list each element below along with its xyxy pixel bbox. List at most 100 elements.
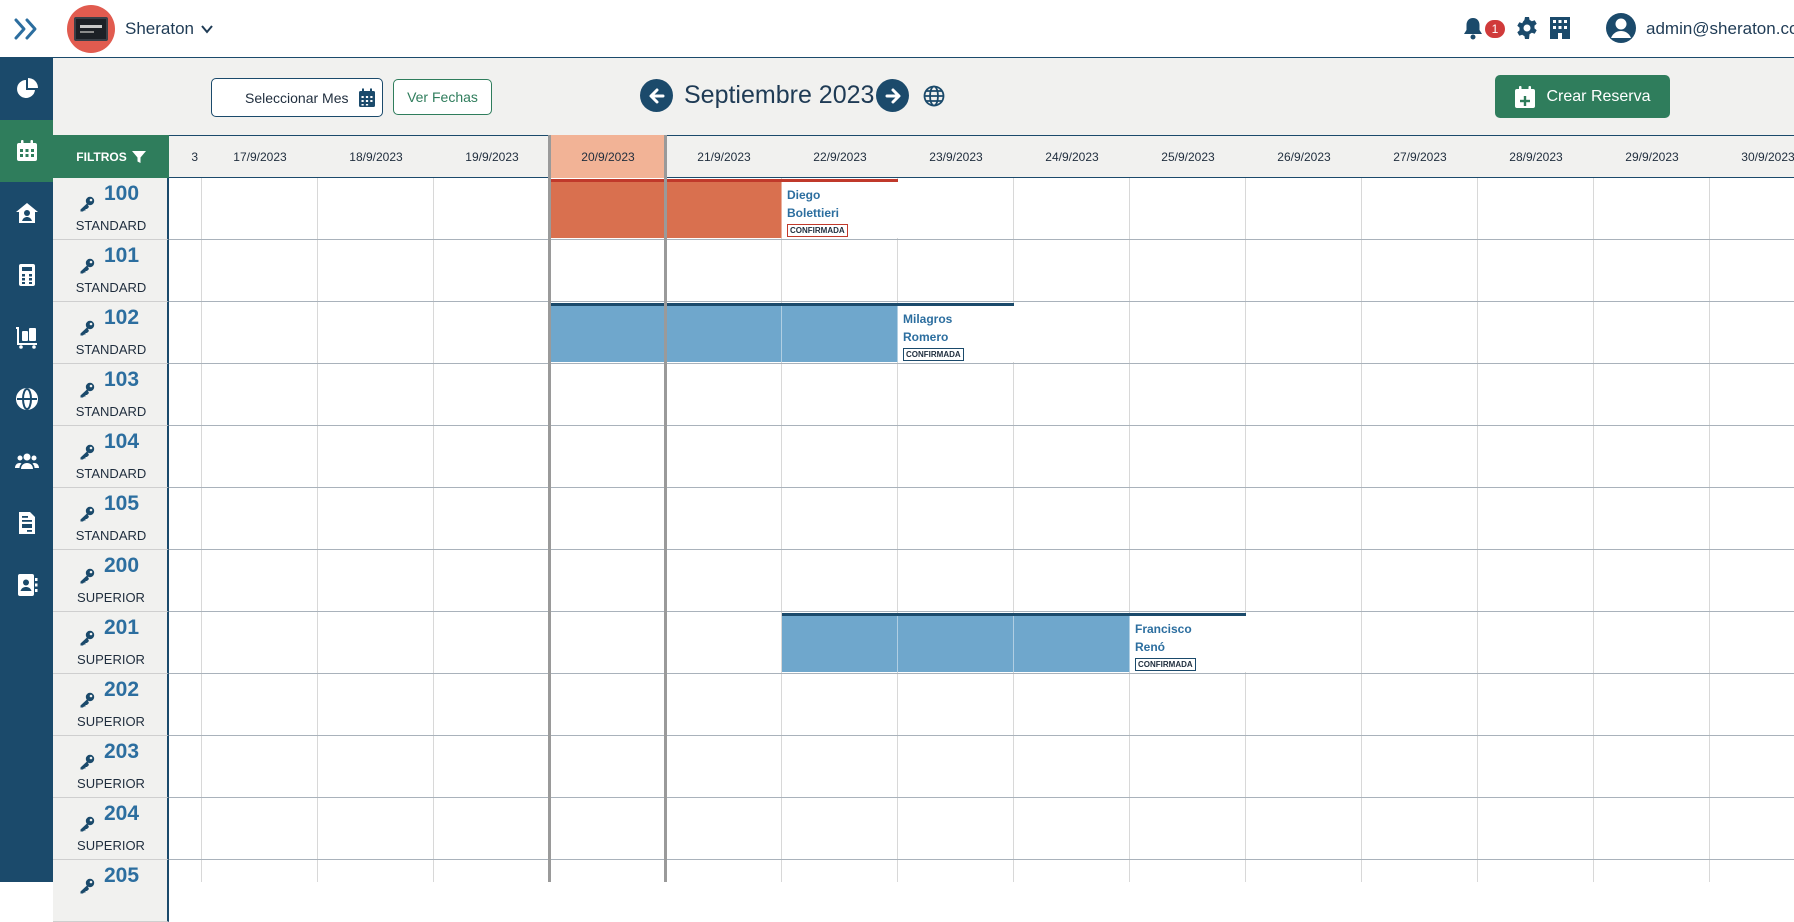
reservation-grid[interactable]: Diego Bolettieri CONFIRMADA Milagros Romero C… — [169, 178, 1794, 882]
grid-column-line — [1013, 178, 1014, 882]
today-marker-line — [548, 135, 551, 882]
guest-first-name: Milagros — [903, 312, 953, 326]
reservation-bar[interactable] — [550, 303, 898, 362]
next-month-button[interactable] — [876, 79, 909, 112]
key-icon — [79, 692, 95, 708]
ver-fechas-button[interactable]: Ver Fechas — [393, 79, 492, 115]
globe-icon[interactable] — [923, 85, 945, 107]
date-label: 23/9/2023 — [929, 149, 983, 164]
grid-column-line — [201, 178, 202, 882]
room-number: 200 — [104, 554, 140, 577]
user-email[interactable]: admin@sheraton.com — [1646, 19, 1794, 39]
date-label: 17/9/2023 — [233, 149, 287, 164]
reservation-card[interactable]: Milagros Romero CONFIRMADA — [898, 303, 1014, 362]
building-icon[interactable] — [1548, 15, 1572, 41]
grid-column-line — [1245, 178, 1246, 882]
reservation-bar[interactable] — [782, 613, 1130, 672]
date-label: 19/9/2023 — [465, 149, 519, 164]
room-label[interactable]: 104 STANDARD — [53, 426, 169, 488]
room-label[interactable]: 202 SUPERIOR — [53, 674, 169, 736]
chevron-down-icon[interactable] — [200, 22, 214, 36]
crear-reserva-button[interactable]: Crear Reserva — [1495, 75, 1670, 118]
grid-column-line — [1709, 178, 1710, 882]
key-icon — [79, 568, 95, 584]
room-label[interactable]: 103 STANDARD — [53, 364, 169, 426]
key-icon — [79, 258, 95, 274]
grid-column-line — [1593, 178, 1594, 882]
key-icon — [79, 196, 95, 212]
month-select-placeholder: Seleccionar Mes — [245, 90, 349, 106]
sidebar-item-billing[interactable] — [0, 244, 53, 306]
arrow-left-icon — [649, 88, 664, 103]
sidebar — [0, 58, 53, 882]
calendar-plus-icon — [1515, 85, 1536, 108]
room-type: STANDARD — [75, 280, 147, 295]
room-number: 204 — [104, 802, 140, 825]
date-label: 27/9/2023 — [1393, 149, 1447, 164]
hotel-logo[interactable] — [67, 5, 115, 53]
guest-name: Diego Bolettieri — [787, 186, 839, 222]
room-label[interactable]: 101 STANDARD — [53, 240, 169, 302]
grid-row-line — [169, 859, 1794, 860]
room-type: SUPERIOR — [77, 652, 145, 667]
arrow-right-icon — [885, 88, 900, 103]
sidebar-item-channels[interactable] — [0, 368, 53, 430]
grid-row-line — [169, 487, 1794, 488]
room-label[interactable]: 201 SUPERIOR — [53, 612, 169, 674]
room-label[interactable]: 205 — [53, 860, 169, 922]
reservation-card[interactable]: Francisco Renó CONFIRMADA — [1130, 613, 1246, 672]
guest-name: Francisco Renó — [1135, 620, 1192, 656]
room-type: STANDARD — [75, 342, 147, 357]
file-invoice-icon — [18, 512, 35, 534]
grid-row-line — [169, 425, 1794, 426]
sidebar-item-contacts[interactable] — [0, 554, 53, 616]
grid-row-line — [169, 673, 1794, 674]
date-label: 30/9/2023 — [1741, 149, 1794, 164]
previous-month-button[interactable] — [640, 79, 673, 112]
top-bar: Sheraton 1 admin@sheraton.com — [0, 0, 1794, 58]
room-label[interactable]: 100 STANDARD — [53, 178, 169, 240]
key-icon — [79, 630, 95, 646]
sidebar-item-dashboard[interactable] — [0, 58, 53, 120]
room-label[interactable]: 204 SUPERIOR — [53, 798, 169, 860]
room-label[interactable]: 102 STANDARD — [53, 302, 169, 364]
guest-first-name: Francisco — [1135, 622, 1192, 636]
grid-row-line — [169, 797, 1794, 798]
luggage-cart-icon — [15, 327, 37, 349]
expand-sidebar-icon[interactable] — [11, 15, 41, 43]
grid-row-line — [169, 735, 1794, 736]
room-type: STANDARD — [75, 528, 147, 543]
date-label: 22/9/2023 — [813, 149, 867, 164]
grid-column-line — [1361, 178, 1362, 882]
date-label: 20/9/2023 — [550, 135, 666, 178]
grid-column-line — [1129, 178, 1130, 882]
user-avatar-icon[interactable] — [1605, 12, 1637, 44]
sidebar-item-calendar[interactable] — [0, 120, 53, 182]
key-icon — [79, 754, 95, 770]
room-number: 202 — [104, 678, 140, 701]
sidebar-item-guests[interactable] — [0, 182, 53, 244]
month-select-input[interactable]: Seleccionar Mes — [211, 78, 383, 117]
room-number: 105 — [104, 492, 140, 515]
grid-column-line — [433, 178, 434, 882]
room-label[interactable]: 105 STANDARD — [53, 488, 169, 550]
sidebar-item-invoices[interactable] — [0, 492, 53, 554]
room-type: SUPERIOR — [77, 590, 145, 605]
sidebar-item-users[interactable] — [0, 430, 53, 492]
room-type: STANDARD — [75, 404, 147, 419]
hotel-name[interactable]: Sheraton — [125, 19, 194, 39]
room-label[interactable]: 200 SUPERIOR — [53, 550, 169, 612]
room-number: 203 — [104, 740, 140, 763]
key-icon — [79, 382, 95, 398]
room-label[interactable]: 203 SUPERIOR — [53, 736, 169, 798]
sidebar-item-luggage[interactable] — [0, 306, 53, 368]
grid-column-line — [1477, 178, 1478, 882]
grid-column-line — [781, 178, 782, 882]
gear-icon[interactable] — [1515, 16, 1539, 40]
bell-icon[interactable] — [1462, 16, 1484, 40]
guest-first-name: Diego — [787, 188, 821, 202]
date-label-partial: 3 — [191, 149, 198, 164]
key-icon — [79, 506, 95, 522]
reservation-card[interactable]: Diego Bolettieri CONFIRMADA — [782, 179, 898, 238]
date-label: 21/9/2023 — [697, 149, 751, 164]
